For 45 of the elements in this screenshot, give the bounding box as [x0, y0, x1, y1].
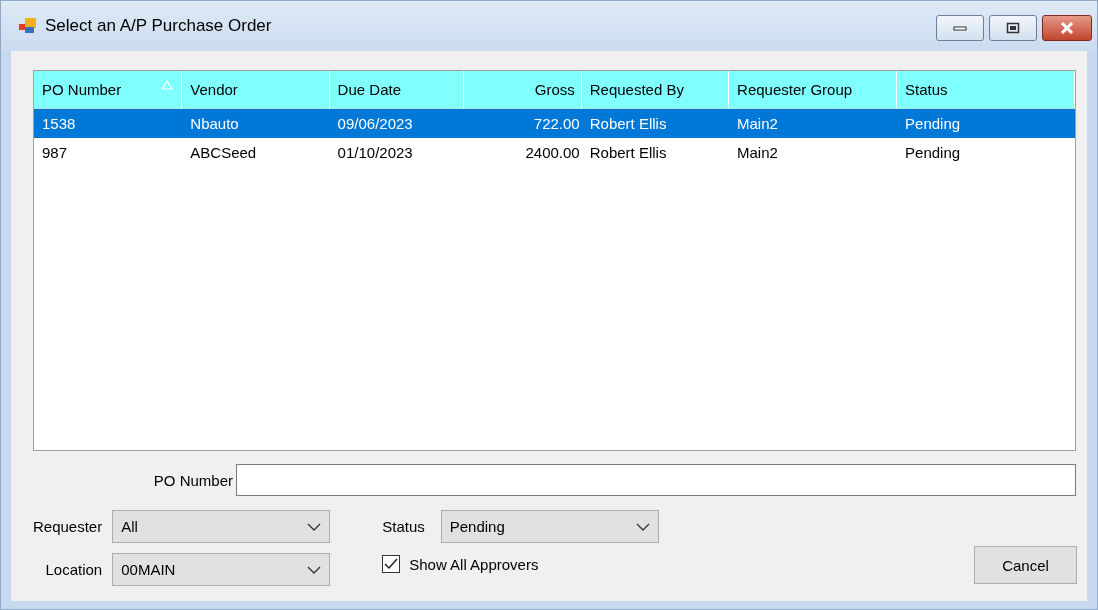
column-header[interactable]: Status [897, 71, 1075, 109]
table-cell-text: 09/06/2023 [336, 115, 414, 132]
field-label: PO Number [152, 471, 233, 489]
table-cell-text: 01/10/2023 [336, 144, 414, 161]
table-cell-text: Main2 [736, 115, 779, 132]
checkbox[interactable] [382, 555, 401, 573]
dropdown[interactable]: All [112, 510, 331, 543]
column-header[interactable]: PO Number [34, 71, 183, 109]
app-icon [19, 18, 37, 34]
minimize-button[interactable] [936, 15, 984, 41]
field-label: Status [382, 518, 425, 535]
column-header[interactable]: Due Date [329, 71, 465, 109]
dropdown[interactable]: 00MAIN [112, 553, 331, 586]
table-row[interactable]: 1538 Nbauto 09/06/2023 722.00 Robert Ellis Main2 Pending [34, 109, 1075, 138]
table-cell-text: Robert Ellis [588, 115, 668, 132]
table-cell-text: 722.00 [532, 115, 581, 132]
table-cell-text: 2400.00 [524, 144, 581, 161]
dropdown[interactable]: Pending [440, 510, 659, 543]
table-cell-text: Main2 [736, 144, 779, 161]
chevron-down-icon [307, 522, 322, 531]
cancel-button[interactable]: Cancel [974, 546, 1077, 584]
maximize-icon [1006, 22, 1020, 34]
chevron-down-icon [635, 522, 650, 531]
table-cell-text: 1538 [41, 115, 77, 132]
field-label: Location [45, 561, 103, 578]
field-label: Requester [33, 518, 103, 535]
chevron-down-icon [307, 565, 322, 574]
table-cell-text: Pending [904, 115, 962, 132]
close-icon [1060, 22, 1074, 34]
maximize-button[interactable] [989, 15, 1037, 41]
po-number-field[interactable] [236, 464, 1076, 496]
column-header[interactable]: Vendor [182, 71, 330, 109]
table-row[interactable]: 987 ABCSeed 01/10/2023 2400.00 Robert Ellis Main2 Pending [34, 138, 1075, 167]
column-header[interactable]: Requester Group [729, 71, 898, 109]
checkbox-label: Show All Approvers [409, 555, 539, 573]
column-header[interactable]: Requested By [581, 71, 730, 109]
window-title: Select an A/P Purchase Order [45, 16, 273, 36]
column-header[interactable]: Gross [464, 71, 582, 109]
table-cell-text: Robert Ellis [588, 144, 668, 161]
close-button[interactable] [1042, 15, 1092, 41]
table-cell-text: 987 [41, 144, 69, 161]
table-cell-text: ABCSeed [189, 144, 258, 161]
table-cell-text: Pending [904, 144, 962, 161]
minimize-icon [953, 25, 967, 31]
table-cell-text: Nbauto [189, 115, 240, 132]
